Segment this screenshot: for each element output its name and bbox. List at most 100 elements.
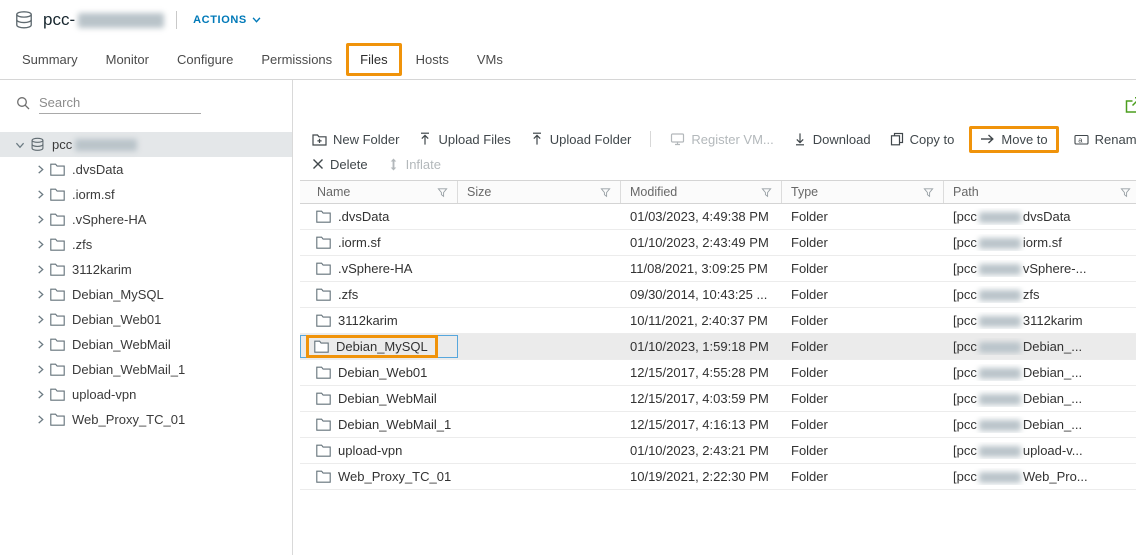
folder-icon (50, 413, 65, 426)
file-name-cell[interactable]: .vSphere-HA (300, 261, 458, 276)
file-name-cell[interactable]: Debian_Web01 (300, 365, 458, 380)
tab-bar: Summary Monitor Configure Permissions Fi… (0, 40, 1136, 80)
datastore-icon (30, 137, 45, 152)
file-type-cell: Folder (782, 287, 944, 302)
column-header-size[interactable]: Size (458, 181, 621, 203)
file-modified-cell: 12/15/2017, 4:16:13 PM (621, 417, 782, 432)
table-row[interactable]: Web_Proxy_TC_01 10/19/2021, 2:22:30 PM F… (300, 464, 1136, 490)
delete-button[interactable]: Delete (312, 157, 368, 172)
table-row[interactable]: .zfs 09/30/2014, 10:43:25 ... Folder [pc… (300, 282, 1136, 308)
register-vm-button: Register VM... (670, 132, 773, 147)
column-header-modified[interactable]: Modified (621, 181, 782, 203)
column-header-path[interactable]: Path (944, 181, 1136, 203)
actions-menu-button[interactable]: ACTIONS (193, 14, 261, 26)
file-name-cell[interactable]: Web_Proxy_TC_01 (300, 469, 458, 484)
tab-monitor[interactable]: Monitor (92, 43, 163, 76)
column-label: Name (317, 185, 350, 199)
tree-item-debian-mysql[interactable]: Debian_MySQL (0, 282, 292, 307)
filter-icon[interactable] (761, 187, 772, 198)
file-name-cell[interactable]: Debian_WebMail (300, 391, 458, 406)
table-row[interactable]: Debian_Web01 12/15/2017, 4:55:28 PM Fold… (300, 360, 1136, 386)
tree-item-iormsf[interactable]: .iorm.sf (0, 182, 292, 207)
filter-icon[interactable] (1120, 187, 1131, 198)
file-name-cell[interactable]: .zfs (300, 287, 458, 302)
download-button[interactable]: Download (793, 132, 871, 147)
upload-files-button[interactable]: Upload Files (418, 132, 510, 147)
tree-root-datastore[interactable]: pcc (0, 132, 292, 157)
file-type-cell: Folder (782, 469, 944, 484)
path-suffix: dvsData (1023, 210, 1071, 225)
move-to-button[interactable]: Move to (969, 126, 1058, 153)
chevron-right-icon[interactable] (32, 365, 48, 374)
file-type-cell: Folder (782, 365, 944, 380)
file-name-cell[interactable]: .dvsData (300, 209, 458, 224)
tree-item-3112karim[interactable]: 3112karim (0, 257, 292, 282)
inflate-icon (387, 158, 400, 171)
table-row-selected[interactable]: Debian_MySQL 01/10/2023, 1:59:18 PM Fold… (300, 334, 1136, 360)
table-row[interactable]: .dvsData 01/03/2023, 4:49:38 PM Folder [… (300, 204, 1136, 230)
copy-to-button[interactable]: Copy to (890, 132, 955, 147)
chevron-right-icon[interactable] (32, 190, 48, 199)
chevron-right-icon[interactable] (32, 415, 48, 424)
file-name-cell[interactable]: upload-vpn (300, 443, 458, 458)
table-row[interactable]: .vSphere-HA 11/08/2021, 3:09:25 PM Folde… (300, 256, 1136, 282)
tree-item-debian-webmail-1[interactable]: Debian_WebMail_1 (0, 357, 292, 382)
chevron-right-icon[interactable] (32, 390, 48, 399)
tree-item-debian-webmail[interactable]: Debian_WebMail (0, 332, 292, 357)
tab-files[interactable]: Files (346, 43, 401, 76)
file-name-cell[interactable]: Debian_WebMail_1 (300, 417, 458, 432)
upload-folder-button[interactable]: Upload Folder (530, 132, 632, 147)
table-row[interactable]: 3112karim 10/11/2021, 2:40:37 PM Folder … (300, 308, 1136, 334)
file-name: .zfs (338, 287, 358, 302)
file-modified-cell: 01/10/2023, 2:43:21 PM (621, 443, 782, 458)
tab-configure[interactable]: Configure (163, 43, 247, 76)
table-row[interactable]: .iorm.sf 01/10/2023, 2:43:49 PM Folder [… (300, 230, 1136, 256)
tree-item-web-proxy-tc-01[interactable]: Web_Proxy_TC_01 (0, 407, 292, 432)
chevron-right-icon[interactable] (32, 165, 48, 174)
file-name-cell[interactable]: Debian_MySQL (300, 335, 458, 358)
column-header-name[interactable]: Name (300, 181, 458, 203)
file-modified-cell: 12/15/2017, 4:03:59 PM (621, 391, 782, 406)
chevron-right-icon[interactable] (32, 315, 48, 324)
folder-icon (50, 188, 65, 201)
tab-vms[interactable]: VMs (463, 43, 517, 76)
tree-root-label: pcc (52, 137, 72, 152)
file-modified-cell: 11/08/2021, 3:09:25 PM (621, 261, 782, 276)
redacted-text (979, 394, 1021, 405)
filter-icon[interactable] (437, 187, 448, 198)
chevron-right-icon[interactable] (32, 290, 48, 299)
table-row[interactable]: upload-vpn 01/10/2023, 2:43:21 PM Folder… (300, 438, 1136, 464)
tree-item-zfs[interactable]: .zfs (0, 232, 292, 257)
filter-icon[interactable] (923, 187, 934, 198)
chevron-right-icon[interactable] (32, 265, 48, 274)
new-folder-button[interactable]: New Folder (312, 132, 399, 147)
path-prefix: [pcc (953, 418, 977, 433)
tree-item-vsphere-ha[interactable]: .vSphere-HA (0, 207, 292, 232)
path-prefix: [pcc (953, 366, 977, 381)
table-row[interactable]: Debian_WebMail_1 12/15/2017, 4:16:13 PM … (300, 412, 1136, 438)
chevron-right-icon[interactable] (32, 215, 48, 224)
tree-item-upload-vpn[interactable]: upload-vpn (0, 382, 292, 407)
file-name-cell[interactable]: 3112karim (300, 313, 458, 328)
tree-item-debian-web01[interactable]: Debian_Web01 (0, 307, 292, 332)
tab-hosts[interactable]: Hosts (402, 43, 463, 76)
file-path-cell: [pccupload-v... (944, 442, 1136, 458)
tab-permissions[interactable]: Permissions (247, 43, 346, 76)
chevron-right-icon[interactable] (32, 340, 48, 349)
files-panel: New Folder Upload Files Upload Folder Re… (293, 80, 1136, 555)
file-name-cell[interactable]: .iorm.sf (300, 235, 458, 250)
open-in-new-window-icon[interactable] (1124, 96, 1136, 117)
search-input[interactable] (39, 92, 201, 114)
path-suffix: 3112karim (1023, 314, 1083, 329)
path-suffix: upload-v... (1023, 444, 1083, 459)
action-label: New Folder (333, 132, 399, 147)
content-area: pcc .dvsData .iorm.sf .vSpher (0, 80, 1136, 555)
chevron-expanded-icon[interactable] (16, 137, 25, 153)
filter-icon[interactable] (600, 187, 611, 198)
tab-summary[interactable]: Summary (8, 43, 92, 76)
tree-item-dvsdata[interactable]: .dvsData (0, 157, 292, 182)
chevron-right-icon[interactable] (32, 240, 48, 249)
table-row[interactable]: Debian_WebMail 12/15/2017, 4:03:59 PM Fo… (300, 386, 1136, 412)
column-header-type[interactable]: Type (782, 181, 944, 203)
rename-to-button[interactable]: a Rename to (1074, 132, 1136, 147)
